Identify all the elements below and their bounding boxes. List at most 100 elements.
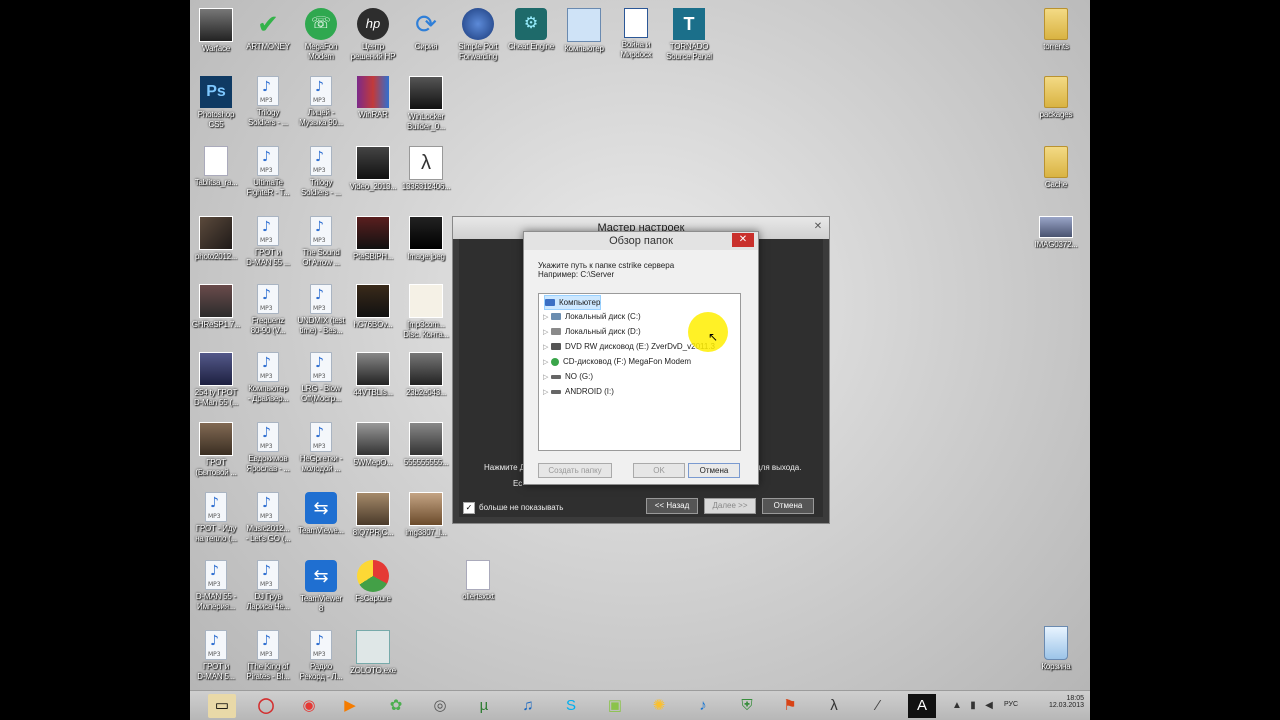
network-icon[interactable]: ▮	[966, 694, 980, 718]
desktop-icon-video[interactable]: Video_2013...	[345, 142, 401, 192]
chevron-right-icon[interactable]: ▷	[543, 386, 551, 399]
desktop-icon-image[interactable]: 44VTBLIs...	[345, 348, 401, 398]
media-player-icon[interactable]: ▶	[336, 694, 364, 718]
desktop-icon-exe[interactable]: ZOLOTO.exe	[345, 626, 401, 676]
desktop-icon-warface[interactable]: Warface	[190, 4, 244, 54]
file-explorer-icon[interactable]: ▭	[208, 694, 236, 718]
tree-item-drive-g[interactable]: ▷ NO (G:)	[543, 370, 593, 383]
desktop-icon-mp3[interactable]: ♪ MP3 Радио Рекорд - Л...	[293, 626, 349, 682]
desktop-icon-simple-port-forwarding[interactable]: Simple Port Forwarding	[450, 4, 506, 62]
app-icon[interactable]: ▣	[601, 694, 629, 718]
gear-icon[interactable]: ✿	[382, 694, 410, 718]
desktop-icon-image[interactable]: hC76BOv...	[345, 280, 401, 330]
next-button[interactable]: Далее >>	[704, 498, 756, 514]
desktop-icon-mp3[interactable]: ♪ MP3 DJ Грув Лариса Че...	[240, 556, 296, 612]
make-folder-button[interactable]: Создать папку	[538, 463, 612, 478]
chevron-right-icon[interactable]: ▷	[543, 356, 551, 369]
desktop-icon-image[interactable]: 23b2e043...	[398, 348, 454, 398]
tree-item-drive-f[interactable]: ▷ CD-дисковод (F:) MegaFon Modem	[543, 355, 691, 368]
desktop-icon-mp3[interactable]: ♪ MP3 UltimaTe FighteR - T...	[240, 142, 296, 198]
desktop-icon-teamviewer[interactable]: ⇆ TeamViewer 8	[293, 556, 349, 614]
desktop-icon-mp3[interactable]: ♪ MP3 Music2012... - Let's GO (...	[240, 488, 296, 544]
close-icon[interactable]: ✕	[732, 233, 754, 247]
skype-icon[interactable]: S	[557, 694, 585, 718]
desktop-icon-image[interactable]: [mp3com... Disc. Конта...	[398, 280, 454, 340]
desktop-icon-tornado[interactable]: T TORNADO Source Panel	[661, 4, 717, 62]
desktop-icon-image[interactable]: 5WMepO...	[345, 418, 401, 468]
dont-show-checkbox[interactable]: ✓	[463, 502, 475, 514]
itunes-icon[interactable]: ♪	[689, 694, 717, 718]
desktop-icon-mp3[interactable]: ♪ MP3 Компьютер - Драйвер...	[240, 348, 296, 404]
desktop-icon-mp3[interactable]: ♪ MP3 UNDMIX (test time) - Bes...	[293, 280, 349, 336]
desktop-icon-artmoney[interactable]: ✔ ARTMONEY	[240, 4, 296, 52]
halflife-icon[interactable]: λ	[820, 694, 848, 718]
desktop-icon-hp[interactable]: hp Центр решений HP	[345, 4, 401, 62]
chevron-right-icon[interactable]: ▷	[543, 311, 551, 324]
tree-item-drive-e[interactable]: ▷ DVD RW дисковод (E:) ZverDvD_v2011.3	[543, 340, 715, 353]
desktop-icon-mp3[interactable]: ♪ MP3 ГРОТ - Иду на тепло (...	[190, 488, 244, 544]
opera-icon[interactable]: ◯	[252, 694, 280, 718]
tree-item-drive-i[interactable]: ▷ ANDROID (I:)	[543, 385, 614, 398]
desktop-icon-mp3[interactable]: ♪ MP3 Лицей - Музыка 90...	[293, 72, 349, 128]
desktop-icon-mp3[interactable]: ♪ MP3 ГРОТ и D-MAN 55 ...	[240, 212, 296, 268]
utorrent-icon[interactable]: µ	[470, 694, 498, 718]
webcam-icon[interactable]: ◎	[426, 694, 454, 718]
desktop-icon-document[interactable]: Tablitsa_ra...	[190, 142, 244, 188]
desktop-icon-cache-folder[interactable]: Cache	[1028, 142, 1084, 190]
desktop-icon-mp3[interactable]: ♪ MP3 D-MAN 55 - Империя...	[190, 556, 244, 612]
ok-button[interactable]: OK	[633, 463, 685, 478]
tree-item-computer[interactable]: Компьютер	[544, 295, 602, 310]
desktop-icon-teamviewer[interactable]: ⇆ TeamViewe...	[293, 488, 349, 536]
desktop-icon-halflife[interactable]: λ 1336312406...	[398, 142, 454, 192]
desktop-icon-video[interactable]: 254 ty ГРОТ D-Man 55 (...	[190, 348, 244, 408]
desktop-icon-video[interactable]: ГРОТ (Бытовой ...	[190, 418, 244, 478]
chrome-icon[interactable]: ◉	[295, 694, 323, 718]
desktop-icon-image[interactable]: PteSBiPH...	[345, 212, 401, 262]
tree-item-drive-c[interactable]: ▷ Локальный диск (C:)	[543, 310, 641, 323]
desktop-icon-computer[interactable]: Компьютер	[556, 4, 612, 54]
desktop-icon-refresh[interactable]: ⟳ Сирия	[398, 4, 454, 52]
wizard-cancel-button[interactable]: Отмена	[762, 498, 814, 514]
desktop-icon-image[interactable]: Image.jpeg	[398, 212, 454, 262]
desktop-icon-mp3[interactable]: ♪ MP3 [The King of Pirates - BI...	[240, 626, 296, 682]
music-icon[interactable]: ♫	[514, 694, 542, 718]
desktop-icon-winrar[interactable]: WinRAR	[345, 72, 401, 120]
app-icon[interactable]: A	[908, 694, 936, 718]
tree-item-drive-d[interactable]: ▷ Локальный диск (D:)	[543, 325, 641, 338]
desktop-icon-mp3[interactable]: ♪ MP3 The Sound Of Arrow ...	[293, 212, 349, 268]
desktop-icon-image[interactable]: 8IQ7PRjC...	[345, 488, 401, 538]
chevron-right-icon[interactable]: ▷	[543, 341, 551, 354]
volume-icon[interactable]: ◀	[982, 694, 996, 718]
desktop-icon-word-doc[interactable]: Война и Мирdocx	[608, 4, 664, 60]
desktop-icon-mp3[interactable]: ♪ MP3 Евдокимов Ярослав - ...	[240, 418, 296, 474]
desktop-icon-mp3[interactable]: ♪ MP3 Trilogy Soldiers - ...	[293, 142, 349, 198]
desktop-icon-image[interactable]: IMAG0372...	[1028, 212, 1084, 250]
desktop-icon-image[interactable]: GHReSP1.7...	[190, 280, 244, 330]
desktop-icon-mp3[interactable]: ♪ MP3 Trilogy Soldiers - ...	[240, 72, 296, 128]
sun-icon[interactable]: ✺	[645, 694, 673, 718]
desktop-icon-photo[interactable]: photo2012...	[190, 212, 244, 262]
browse-cancel-button[interactable]: Отмена	[688, 463, 740, 478]
desktop-icon-fscapture[interactable]: FsCapture	[345, 556, 401, 604]
app-icon[interactable]: ⁄	[864, 694, 892, 718]
back-button[interactable]: << Назад	[646, 498, 698, 514]
clock[interactable]: 18:05 12.03.2013	[1049, 695, 1084, 709]
desktop-icon-image[interactable]: 555555555...	[398, 418, 454, 468]
desktop-icon-mp3[interactable]: ♪ MP3 ГРОТ и D-MAN 5...	[190, 626, 244, 682]
recycle-bin-icon[interactable]: Корзина	[1028, 622, 1084, 672]
chevron-right-icon[interactable]: ▷	[543, 326, 551, 339]
desktop-icon-cheat-engine[interactable]: ⚙ Cheat Engine	[503, 4, 559, 52]
desktop-icon-torrents-folder[interactable]: torrents	[1028, 4, 1084, 52]
tray-chevron-icon[interactable]: ▲	[950, 694, 964, 718]
desktop-icon-winlocker[interactable]: WinLocker Builder_0...	[398, 72, 454, 132]
desktop-icon-photoshop[interactable]: Ps Photoshop CS5	[190, 72, 244, 130]
desktop-icon-mp3[interactable]: ♪ MP3 LRG - Blow Off(Мосгр...	[293, 348, 349, 404]
close-icon[interactable]: ✕	[811, 220, 825, 234]
counter-strike-icon[interactable]: ⚑	[776, 694, 804, 718]
desktop-icon-mp3[interactable]: ♪ MP3 HeGpreтки - молодой ...	[293, 418, 349, 474]
shield-icon[interactable]: ⛨	[733, 694, 761, 718]
language-indicator[interactable]: РУС	[1004, 701, 1018, 708]
desktop-icon-megafon-modem[interactable]: ☏ MegaFon Modem	[293, 4, 349, 62]
desktop-icon-mp3[interactable]: ♪ MP3 Frequenz 80-90 (V...	[240, 280, 296, 336]
chevron-right-icon[interactable]: ▷	[543, 371, 551, 384]
